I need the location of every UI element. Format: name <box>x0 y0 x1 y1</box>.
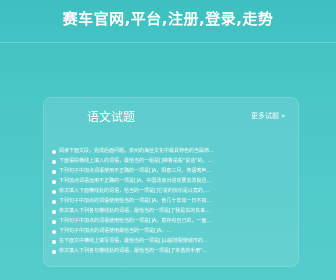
list-item-text: 下面语段横线上填入的词语，最恰当的一组是[]梯鲁是般"说话"的。... <box>59 158 213 164</box>
list-item-text: 下列句子中加点的词语使用最恰当的一项是[]A。... <box>59 228 172 234</box>
list-item-text: 依次填入下列各句横线处的词语，最恰当的一项是[]"未选的手册"... <box>59 248 208 254</box>
more-questions-link[interactable]: 更多试题» <box>251 111 285 121</box>
bullet-icon <box>52 159 56 164</box>
list-item-text: 下列句子中加点的词语使用恰当的一项是[]A。他几十年如一日不如... <box>59 198 212 204</box>
bullet-icon <box>52 219 56 224</box>
double-arrow-right-icon: » <box>281 112 286 120</box>
panel-title: 语文试题 <box>87 110 136 124</box>
header-divider <box>0 42 336 43</box>
list-item-text: 下列句子中加点词语使用不正确的一项是[]A。阳春三月，燕语莺声... <box>59 168 212 174</box>
bullet-icon <box>52 239 56 244</box>
page: 赛车官网,平台,注册,登录,走势 语文试题 更多试题» 阅读下面文段，完成后面问… <box>0 0 336 280</box>
site-title: 赛车官网,平台,注册,登录,走势 <box>62 10 274 28</box>
list-item[interactable]: 下列句子中加点的词语使用恰当的一项是[]A。他几十年如一日不如... <box>52 197 292 206</box>
list-item[interactable]: 下列加点词语运用不正确的一项是[]A。中国改良对进攻要去改良迅... <box>52 177 292 186</box>
more-questions-label: 更多试题 <box>251 112 279 120</box>
list-item[interactable]: 在下面文中横线上填写词语，最恰当的一项是[]山崩地裂使城市的... <box>52 237 292 246</box>
bullet-icon <box>52 169 56 174</box>
list-item[interactable]: 下列句子中加点词语使用不正确的一项是[]A。阳春三月，燕语莺声... <box>52 167 292 176</box>
list-item-text: 依次填入下列各句横线处的词语，最恰当的一项是[]"我是东的东来... <box>59 208 210 214</box>
bullet-icon <box>52 209 56 214</box>
list-item-text: 在下面文中横线上填写词语，最恰当的一项是[]山崩地裂使城市的... <box>59 238 208 244</box>
bullet-icon <box>52 189 56 194</box>
list-item-text: 下列加点词语运用不正确的一项是[]A。中国改良对进攻要去改良迅... <box>59 178 212 184</box>
list-item-text: 下列句子中加点的词语使用恰当的一项是[]A。意存有自己的，一面... <box>59 218 212 224</box>
list-item[interactable]: 阅读下面文段，完成后面问题。泉州的海丝文化中最具特色的当属南... <box>52 147 292 156</box>
list-item[interactable]: 下面语段横线上填入的词语，最恰当的一组是[]梯鲁是般"说话"的。... <box>52 157 292 166</box>
list-item-text: 依次填入下面横线处的词语，恰当的一项是[]它说的快乐是以竟的,... <box>59 188 210 194</box>
bullet-icon <box>52 249 56 254</box>
bullet-icon <box>52 199 56 204</box>
list-item-text: 阅读下面文段，完成后面问题。泉州的海丝文化中最具特色的当属南... <box>59 148 214 154</box>
bullet-icon <box>52 229 56 234</box>
list-item[interactable]: 依次填入下面横线处的词语，恰当的一项是[]它说的快乐是以竟的,... <box>52 187 292 196</box>
list-item[interactable]: 下列句子中加点的词语使用最恰当的一项是[]A。... <box>52 227 292 236</box>
list-item[interactable]: 依次填入下列各句横线处的词语，最恰当的一项是[]"未选的手册"... <box>52 247 292 256</box>
question-list: 阅读下面文段，完成后面问题。泉州的海丝文化中最具特色的当属南... 下面语段横线… <box>52 147 292 257</box>
list-item[interactable]: 下列句子中加点的词语使用恰当的一项是[]A。意存有自己的，一面... <box>52 217 292 226</box>
bullet-icon <box>52 149 56 154</box>
bullet-icon <box>52 179 56 184</box>
list-item[interactable]: 依次填入下列各句横线处的词语，最恰当的一项是[]"我是东的东来... <box>52 207 292 216</box>
